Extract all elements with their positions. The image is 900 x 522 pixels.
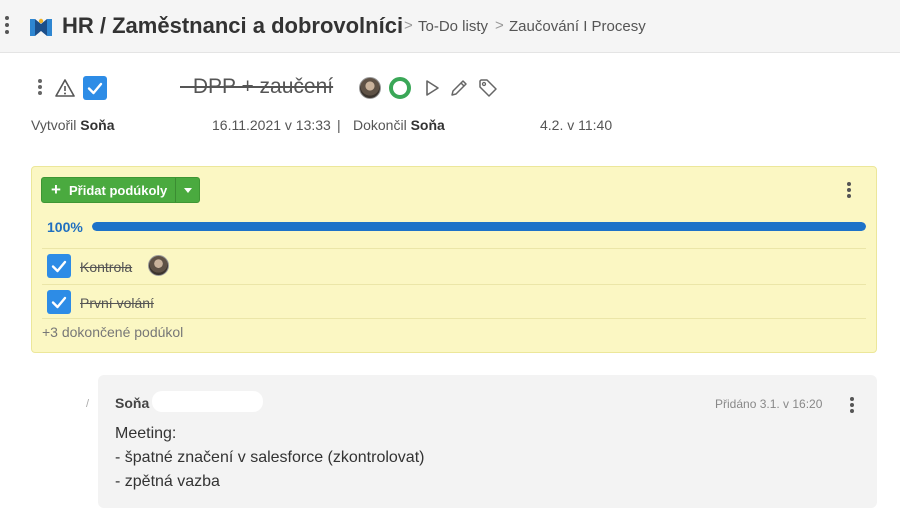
subtask-label[interactable]: Kontrola	[80, 259, 132, 275]
breadcrumb-item-todo-lists[interactable]: To-Do listy	[418, 18, 488, 35]
menu-kebab-icon[interactable]	[3, 16, 11, 36]
completed-label: Dokončil	[353, 117, 407, 133]
created-label: Vytvořil	[31, 117, 77, 133]
app-header: HR / Zaměstnanci a dobrovolníci > To-Do …	[0, 0, 900, 53]
add-subtasks-label: Přidat podúkoly	[69, 183, 168, 198]
task-menu-kebab-icon[interactable]	[36, 79, 44, 97]
status-ring-icon[interactable]	[389, 77, 411, 99]
comment-pointer-icon: /	[86, 398, 90, 410]
progress-bar-fill	[92, 222, 866, 231]
subtask-assignee-avatar[interactable]	[148, 255, 169, 276]
page-title[interactable]: HR / Zaměstnanci a dobrovolníci	[62, 13, 403, 39]
subtask-divider	[42, 284, 866, 285]
progress-percent: 100%	[47, 219, 83, 235]
show-completed-subtasks-link[interactable]: +3 dokončené podúkol	[42, 324, 183, 340]
completed-info: Dokončil Soňa	[353, 117, 445, 133]
checkmark-icon	[51, 260, 67, 273]
completed-date: 4.2. v 11:40	[540, 117, 613, 133]
card-menu-kebab-icon[interactable]	[846, 182, 852, 198]
subtask-divider	[42, 248, 866, 249]
checkmark-icon	[87, 82, 103, 95]
app-logo-icon	[30, 18, 52, 36]
task-done-checkbox[interactable]	[83, 76, 107, 100]
completed-by: Soňa	[410, 117, 445, 133]
created-date: 16.11.2021 v 13:33	[212, 117, 331, 133]
progress-bar	[92, 222, 866, 231]
comment-text-line: - zpětná vazba	[115, 473, 220, 490]
breadcrumb-item-onboarding[interactable]: Zaučování I Procesy	[509, 18, 646, 35]
task-title[interactable]: - DPP + zaučení	[180, 75, 333, 99]
created-by: Soňa	[80, 117, 115, 133]
warning-icon[interactable]	[55, 78, 75, 98]
checkmark-icon	[51, 296, 67, 309]
comment-author: Soňa	[115, 395, 150, 411]
comment-text-line: Meeting:	[115, 425, 177, 442]
subtask-checkbox-prvni-volani[interactable]	[47, 290, 71, 314]
redacted-surname	[152, 391, 263, 412]
created-info: Vytvořil Soňa	[31, 117, 115, 133]
comment-date: Přidáno 3.1. v 16:20	[715, 397, 823, 411]
subtask-checkbox-kontrola[interactable]	[47, 254, 71, 278]
button-split	[175, 178, 176, 202]
pencil-icon[interactable]	[449, 78, 469, 98]
plus-icon: +	[51, 180, 61, 199]
breadcrumb-separator: >	[495, 17, 504, 34]
assignee-avatar[interactable]	[359, 77, 381, 99]
tag-icon[interactable]	[478, 78, 498, 98]
subtask-label[interactable]: První volání	[80, 295, 154, 311]
play-icon[interactable]	[422, 78, 442, 98]
add-subtasks-button[interactable]: + Přidat podúkoly	[41, 177, 200, 203]
meta-divider: |	[337, 117, 341, 133]
comment-text-line: - špatné značení v salesforce (zkontrolo…	[115, 449, 425, 466]
subtask-divider	[42, 318, 866, 319]
comment-menu-kebab-icon[interactable]	[849, 397, 855, 413]
caret-down-icon[interactable]	[184, 188, 192, 193]
breadcrumb-separator: >	[404, 17, 413, 34]
